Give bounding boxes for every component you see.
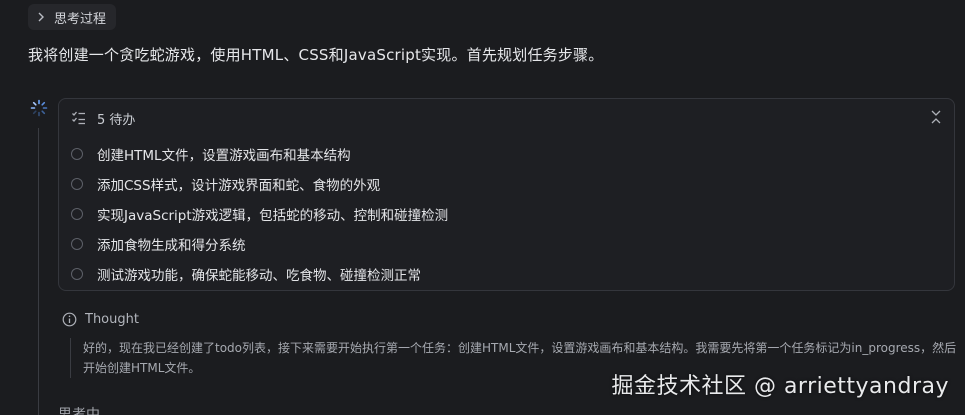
todo-item[interactable]: 实现JavaScript游戏逻辑，包括蛇的移动、控制和碰撞检测 [71,199,942,229]
todo-item-label: 实现JavaScript游戏逻辑，包括蛇的移动、控制和碰撞检测 [97,208,449,224]
info-icon [62,312,77,327]
todo-list: 创建HTML文件，设置游戏画布和基本结构 添加CSS样式，设计游戏界面和蛇、食物… [71,139,942,289]
todo-status-circle-icon[interactable] [71,238,83,250]
todo-count-label: 5 待办 [97,112,136,128]
thinking-process-toggle[interactable]: 思考过程 [28,4,117,30]
todo-item-label: 添加食物生成和得分系统 [97,238,246,254]
loading-spinner-icon [30,99,48,117]
todo-item-label: 创建HTML文件，设置游戏画布和基本结构 [97,148,351,164]
thought-header[interactable]: Thought [62,312,139,327]
todo-item-label: 测试游戏功能，确保蛇能移动、吃食物、碰撞检测正常 [97,268,421,284]
checklist-icon [71,110,87,126]
todo-item[interactable]: 创建HTML文件，设置游戏画布和基本结构 [71,139,942,169]
assistant-message: 我将创建一个贪吃蛇游戏，使用HTML、CSS和JavaScript实现。首先规划… [28,46,604,64]
todo-status-circle-icon[interactable] [71,268,83,280]
thinking-toggle-label: 思考过程 [54,11,107,27]
todo-item-label: 添加CSS样式，设计游戏界面和蛇、食物的外观 [97,178,381,194]
collapse-icon[interactable] [928,109,944,125]
chevron-right-icon [36,12,46,22]
todo-status-circle-icon[interactable] [71,148,83,160]
todo-card: 5 待办 创建HTML文件，设置游戏画布和基本结构 添加CSS样式，设计游戏界面… [58,98,955,291]
todo-header[interactable]: 5 待办 [71,107,944,129]
watermark: 掘金技术社区 @ arriettyandray [611,374,949,399]
todo-item[interactable]: 测试游戏功能，确保蛇能移动、吃食物、碰撞检测正常 [71,259,942,289]
todo-status-circle-icon[interactable] [71,178,83,190]
chat-panel: 思考过程 我将创建一个贪吃蛇游戏，使用HTML、CSS和JavaScript实现… [0,0,965,415]
todo-item[interactable]: 添加CSS样式，设计游戏界面和蛇、食物的外观 [71,169,942,199]
todo-item[interactable]: 添加食物生成和得分系统 [71,229,942,259]
thought-label: Thought [85,312,139,327]
timeline-rail [38,128,39,415]
todo-status-circle-icon[interactable] [71,208,83,220]
thinking-status: 思考中 [58,407,100,415]
